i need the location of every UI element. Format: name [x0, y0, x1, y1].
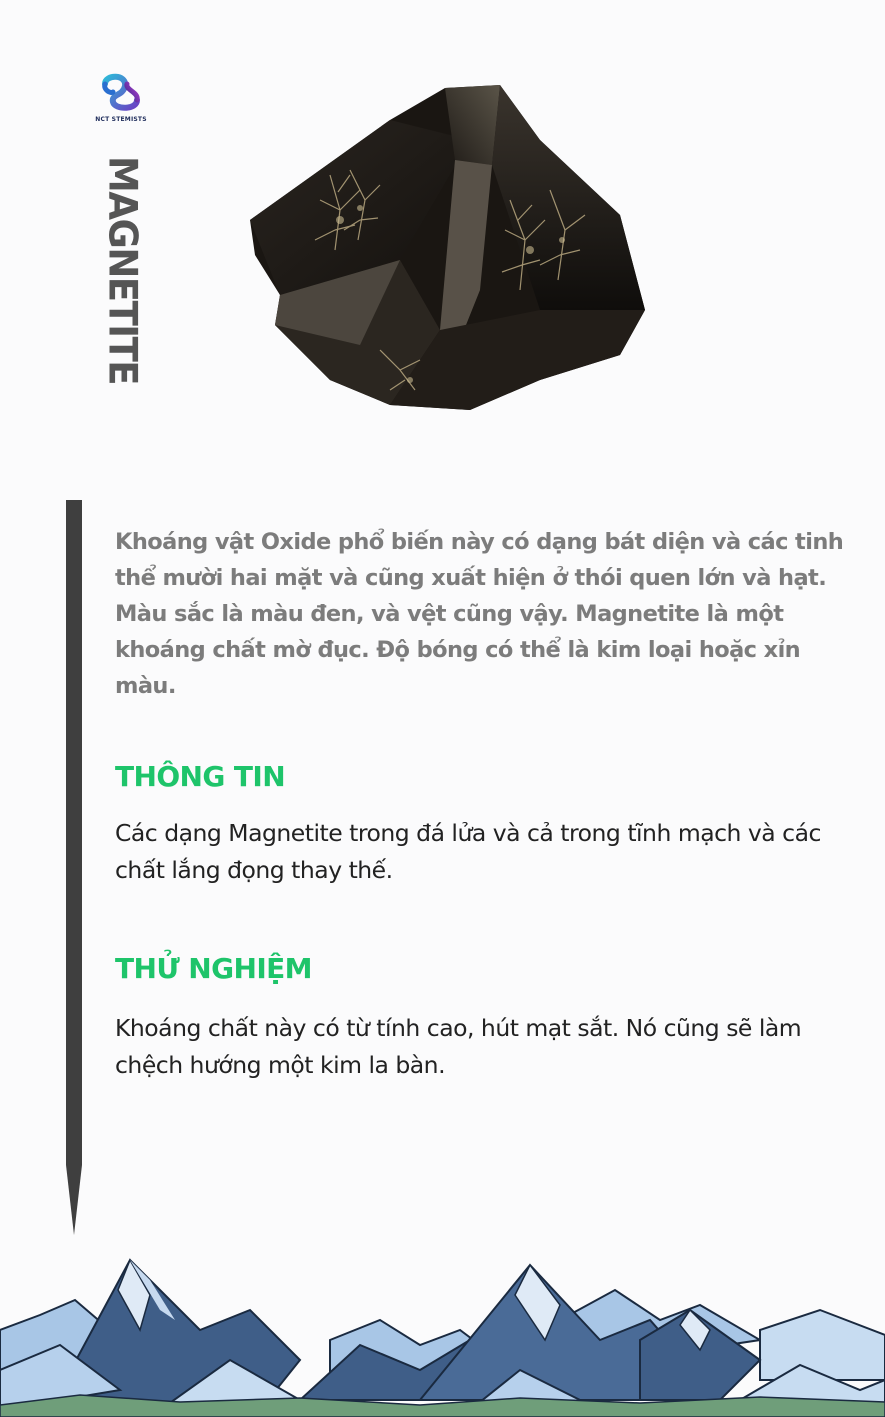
- magnetite-crystal-image: [250, 85, 645, 410]
- section-heading-info: THÔNG TIN: [115, 760, 286, 793]
- intro-text: Khoáng vật Oxide phổ biến này có dạng bá…: [115, 529, 844, 699]
- infinity-loop-logo-icon: [102, 73, 140, 111]
- section-heading-test: THỬ NGHIỆM: [115, 952, 313, 985]
- section-text-test: Khoáng chất này có từ tính cao, hút mạt …: [115, 1014, 802, 1079]
- brand-name: NCT STEMISTS: [95, 116, 147, 123]
- intro-block: Khoáng vật Oxide phổ biến này có dạng bá…: [115, 524, 865, 704]
- section-text-info: Các dạng Magnetite trong đá lửa và cả tr…: [115, 819, 821, 884]
- brand-logo: NCT STEMISTS: [86, 72, 156, 128]
- page-title: MAGNETITE: [99, 156, 146, 385]
- mountain-range-illustration: [0, 1258, 885, 1417]
- decorative-vertical-bar: [66, 500, 82, 1235]
